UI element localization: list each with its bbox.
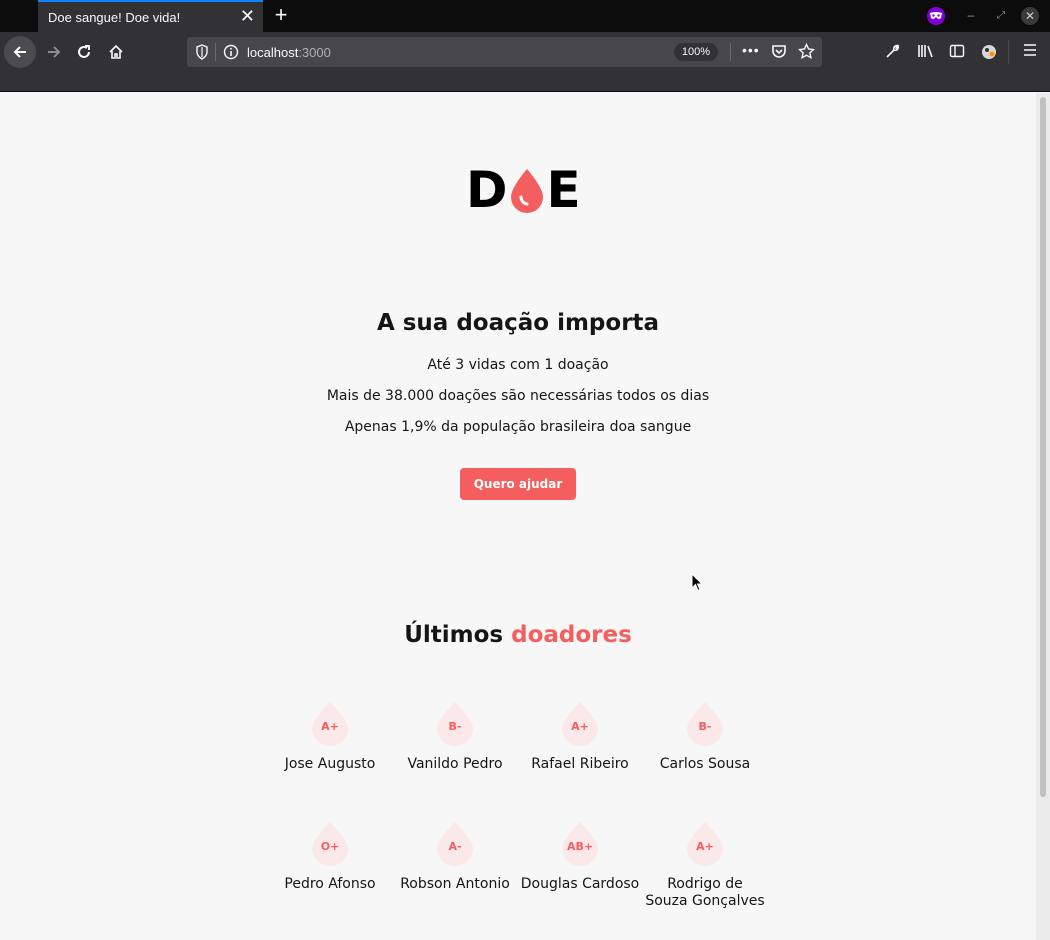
hero-line: Apenas 1,9% da população brasileira doa …: [344, 419, 692, 435]
sidebar-icon[interactable]: [949, 43, 965, 64]
donor-name: Jose Augusto: [284, 756, 376, 772]
blood-drop-icon: A+: [685, 820, 725, 866]
page-viewport: D E A sua doação importa Até 3 vidas com…: [0, 93, 1036, 940]
site-info-icon[interactable]: [223, 44, 239, 63]
blood-drop-icon: B-: [685, 700, 725, 746]
reload-icon: [78, 45, 90, 58]
forward-button[interactable]: [40, 38, 68, 66]
minimize-window-button[interactable]: –: [962, 7, 980, 25]
donor-card: A+ Rodrigo de Souza Gonçalves: [645, 820, 765, 910]
donor-card: AB+ Douglas Cardoso: [520, 820, 640, 893]
donor-name: Pedro Afonso: [284, 876, 376, 892]
address-bar[interactable]: localhost:3000 100% •••: [187, 37, 822, 67]
arrow-left-icon: [13, 46, 26, 58]
scrollbar-thumb[interactable]: [1040, 97, 1046, 797]
restore-window-button[interactable]: ⤢: [992, 7, 1010, 25]
home-button[interactable]: [102, 38, 130, 66]
hamburger-menu-icon[interactable]: [1023, 43, 1037, 62]
donor-name: Rodrigo de Souza Gonçalves: [645, 876, 765, 909]
separator: [730, 43, 731, 61]
blood-type: A+: [696, 840, 714, 853]
tab-title: Doe sangue! Doe vida!: [48, 10, 181, 25]
help-button[interactable]: Quero ajudar: [460, 468, 576, 500]
url-port: :3000: [298, 45, 331, 60]
blood-drop-icon: B-: [435, 700, 475, 746]
donor-name: Rafael Ribeiro: [531, 756, 629, 772]
close-window-button[interactable]: ✕: [1021, 7, 1039, 25]
vertical-scrollbar[interactable]: [1036, 93, 1050, 940]
new-tab-button[interactable]: +: [268, 2, 294, 28]
wrench-icon[interactable]: [885, 43, 901, 64]
blood-type: A-: [448, 840, 462, 853]
library-icon[interactable]: [917, 43, 935, 64]
donor-card: A+ Jose Augusto: [270, 700, 390, 773]
reload-button[interactable]: [70, 38, 98, 66]
logo-letter-d: D: [466, 161, 508, 219]
blood-type: B-: [448, 720, 462, 733]
logo-letter-e: E: [546, 161, 581, 219]
blood-drop-icon: O+: [310, 820, 350, 866]
arrow-right-icon: [48, 46, 61, 58]
donor-card: A+ Rafael Ribeiro: [520, 700, 640, 773]
tab-active[interactable]: Doe sangue! Doe vida! ✕: [38, 0, 263, 32]
donor-name: Carlos Sousa: [659, 756, 751, 772]
donor-card: A- Robson Antonio: [395, 820, 515, 893]
donor-name: Douglas Cardoso: [520, 876, 640, 892]
tracking-protection-icon[interactable]: [195, 44, 209, 63]
blood-drop-icon: AB+: [560, 820, 600, 866]
donor-name: Vanildo Pedro: [407, 756, 503, 772]
home-icon: [109, 44, 123, 59]
separator: [215, 43, 216, 61]
hero-line: Até 3 vidas com 1 doação: [427, 357, 609, 373]
hero-title: A sua doação importa: [376, 310, 660, 336]
donor-name: Robson Antonio: [400, 876, 510, 892]
back-button[interactable]: [4, 36, 36, 68]
blood-drop-icon: [508, 167, 546, 213]
separator: [1008, 40, 1009, 64]
extension-icon[interactable]: [980, 43, 998, 66]
close-tab-icon[interactable]: ✕: [240, 6, 255, 26]
blood-drop-icon: A+: [310, 700, 350, 746]
navigation-toolbar: localhost:3000 100% •••: [0, 32, 1050, 72]
pocket-icon[interactable]: [771, 44, 787, 62]
blood-type: AB+: [566, 840, 594, 853]
blood-drop-icon: A-: [435, 820, 475, 866]
donor-card: B- Carlos Sousa: [645, 700, 765, 773]
blood-type: B-: [698, 720, 712, 733]
blood-type: A+: [321, 720, 339, 733]
title-accent: doadores: [511, 622, 632, 648]
mouse-cursor-icon: [691, 572, 704, 596]
private-browsing-icon: [927, 7, 945, 25]
donors-section-title: Últimos doadores: [0, 622, 1036, 648]
page-actions-icon[interactable]: •••: [742, 42, 760, 58]
zoom-level-button[interactable]: 100%: [674, 43, 718, 61]
donor-card: O+ Pedro Afonso: [270, 820, 390, 893]
donor-card: B- Vanildo Pedro: [395, 700, 515, 773]
title-part: Últimos: [404, 622, 512, 648]
blood-type: A+: [571, 720, 589, 733]
bookmark-star-icon[interactable]: [797, 42, 816, 63]
blood-drop-icon: A+: [560, 700, 600, 746]
doe-logo: D E: [466, 161, 581, 219]
toolbar-spacer: [0, 72, 1050, 92]
url-text: localhost:3000: [247, 45, 331, 60]
blood-type: O+: [320, 840, 340, 853]
url-host: localhost: [247, 45, 299, 60]
tab-strip: Doe sangue! Doe vida! ✕ + – ⤢ ✕: [0, 0, 1050, 32]
hero-line: Mais de 38.000 doações são necessárias t…: [326, 388, 710, 404]
